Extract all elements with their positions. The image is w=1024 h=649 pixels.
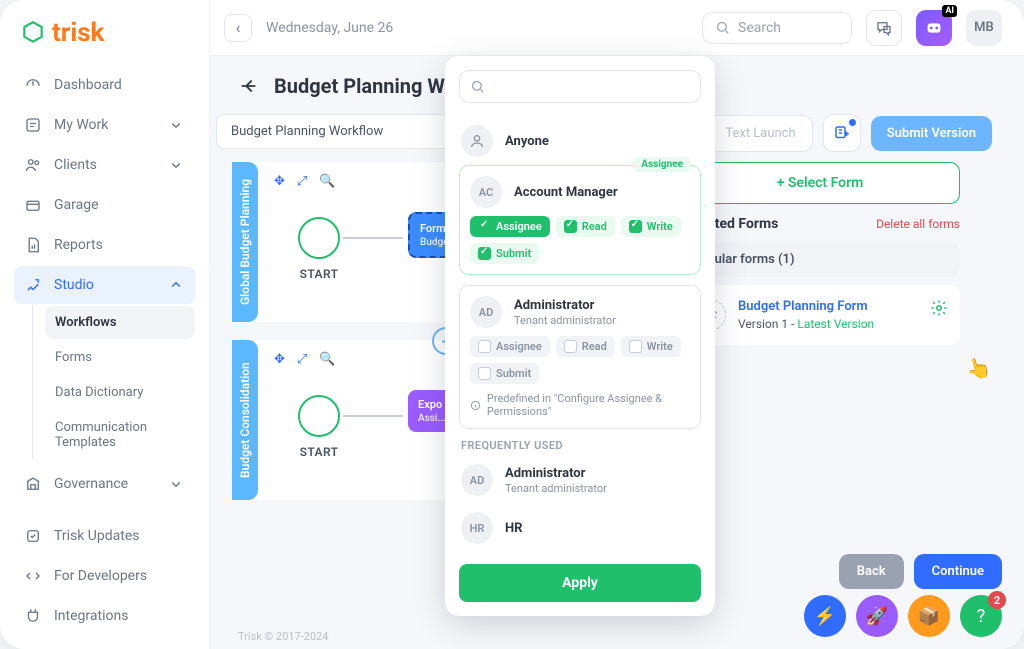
start-node[interactable] [298, 395, 340, 437]
assignee-pill: Assignee [634, 157, 690, 172]
fab-archive[interactable]: 📦 [908, 595, 950, 637]
nav-dashboard[interactable]: Dashboard [14, 66, 195, 104]
nav-studio[interactable]: Studio [14, 266, 195, 304]
submit-version-button[interactable]: Submit Version [871, 116, 992, 151]
continue-button[interactable]: Continue [914, 554, 1002, 589]
expand-icon[interactable]: ⤢ [297, 352, 307, 367]
perm-submit[interactable]: Submit [470, 243, 539, 264]
chevron-up-icon [167, 276, 185, 294]
nav-updates[interactable]: Trisk Updates [14, 517, 195, 555]
chevron-down-icon [167, 475, 185, 493]
fab-help[interactable]: ?2 [960, 595, 1002, 637]
gear-icon[interactable] [930, 299, 948, 317]
subnav-forms[interactable]: Forms [45, 341, 195, 374]
form-name-link[interactable]: Budget Planning Form [738, 299, 874, 314]
nav-integrations[interactable]: Integrations [14, 597, 195, 635]
date-label: Wednesday, June 26 [266, 20, 393, 36]
freq-hr[interactable]: HRHR [459, 504, 701, 552]
search-input[interactable]: Search [702, 12, 852, 44]
nav-governance[interactable]: Governance [14, 465, 195, 503]
predefined-note: Predefined in "Configure Assignee & Perm… [470, 392, 690, 418]
back-arrow-icon[interactable] [238, 75, 260, 97]
start-label: START [300, 445, 339, 459]
zoom-icon[interactable]: 🔍 [319, 352, 335, 367]
nav-developers[interactable]: For Developers [14, 557, 195, 595]
subnav-comm-templates[interactable]: Communication Templates [45, 411, 195, 459]
chat-icon[interactable] [866, 10, 902, 46]
perm-assignee[interactable]: Assignee [470, 216, 550, 237]
zoom-icon[interactable]: 🔍 [319, 174, 335, 189]
select-form-button[interactable]: + Select Form [680, 162, 960, 204]
ai-button[interactable]: AI [916, 10, 952, 46]
nav-my-work[interactable]: My Work [14, 106, 195, 144]
search-icon [470, 79, 485, 94]
start-node[interactable] [298, 217, 340, 259]
perm-submit[interactable]: Submit [470, 363, 539, 384]
frequently-used-header: FREQUENTLY USED [461, 439, 701, 452]
expand-icon[interactable]: ⤢ [297, 174, 307, 189]
subnav-workflows[interactable]: Workflows [45, 306, 195, 339]
delete-all-forms[interactable]: Delete all forms [876, 217, 960, 231]
drag-icon[interactable]: ✥ [274, 352, 285, 367]
perm-assignee[interactable]: Assignee [470, 336, 550, 357]
regular-forms-header[interactable]: Regular forms (1) [680, 242, 960, 277]
subnav-data-dictionary[interactable]: Data Dictionary [45, 376, 195, 409]
user-icon [469, 133, 485, 149]
back-button[interactable]: Back [839, 554, 904, 589]
form-version: Version 1 - Latest Version [738, 317, 874, 331]
perm-read[interactable]: Read [556, 336, 615, 357]
info-icon [470, 399, 481, 412]
role-card-administrator[interactable]: ADAdministratorTenant administrator Assi… [459, 285, 701, 429]
role-card-account-manager[interactable]: Assignee ACAccount Manager Assignee Read… [459, 165, 701, 275]
popover-search[interactable] [459, 70, 701, 103]
nav-garage[interactable]: Garage [14, 186, 195, 224]
fab-rocket[interactable]: 🚀 [856, 595, 898, 637]
logo: trisk [14, 18, 195, 60]
drag-icon[interactable]: ✥ [274, 174, 285, 189]
nav-clients[interactable]: Clients [14, 146, 195, 184]
search-icon [715, 20, 730, 35]
form-card[interactable]: AC Budget Planning Form Version 1 - Late… [680, 285, 960, 345]
chevron-down-icon [167, 156, 185, 174]
fab-bolt[interactable]: ⚡ [804, 595, 846, 637]
perm-write[interactable]: Write [621, 336, 681, 357]
copyright: Trisk © 2017-2024 [238, 630, 328, 643]
text-launch-button: Text Launch [708, 115, 812, 152]
nav-reports[interactable]: Reports [14, 226, 195, 264]
back-button[interactable]: ‹ [224, 14, 252, 42]
apply-button[interactable]: Apply [459, 564, 701, 602]
perm-write[interactable]: Write [621, 216, 681, 237]
workflow-lane-label: Global Budget Planning [232, 162, 258, 322]
role-popover: Anyone Assignee ACAccount Manager Assign… [445, 56, 715, 616]
perm-read[interactable]: Read [556, 216, 615, 237]
workflow-lane-label: Budget Consolidation [232, 340, 258, 500]
chevron-down-icon [167, 116, 185, 134]
config-button[interactable] [823, 114, 861, 152]
freq-administrator[interactable]: ADAdministratorTenant administrator [459, 456, 701, 504]
start-label: START [300, 267, 339, 281]
user-avatar[interactable]: MB [966, 10, 1002, 46]
